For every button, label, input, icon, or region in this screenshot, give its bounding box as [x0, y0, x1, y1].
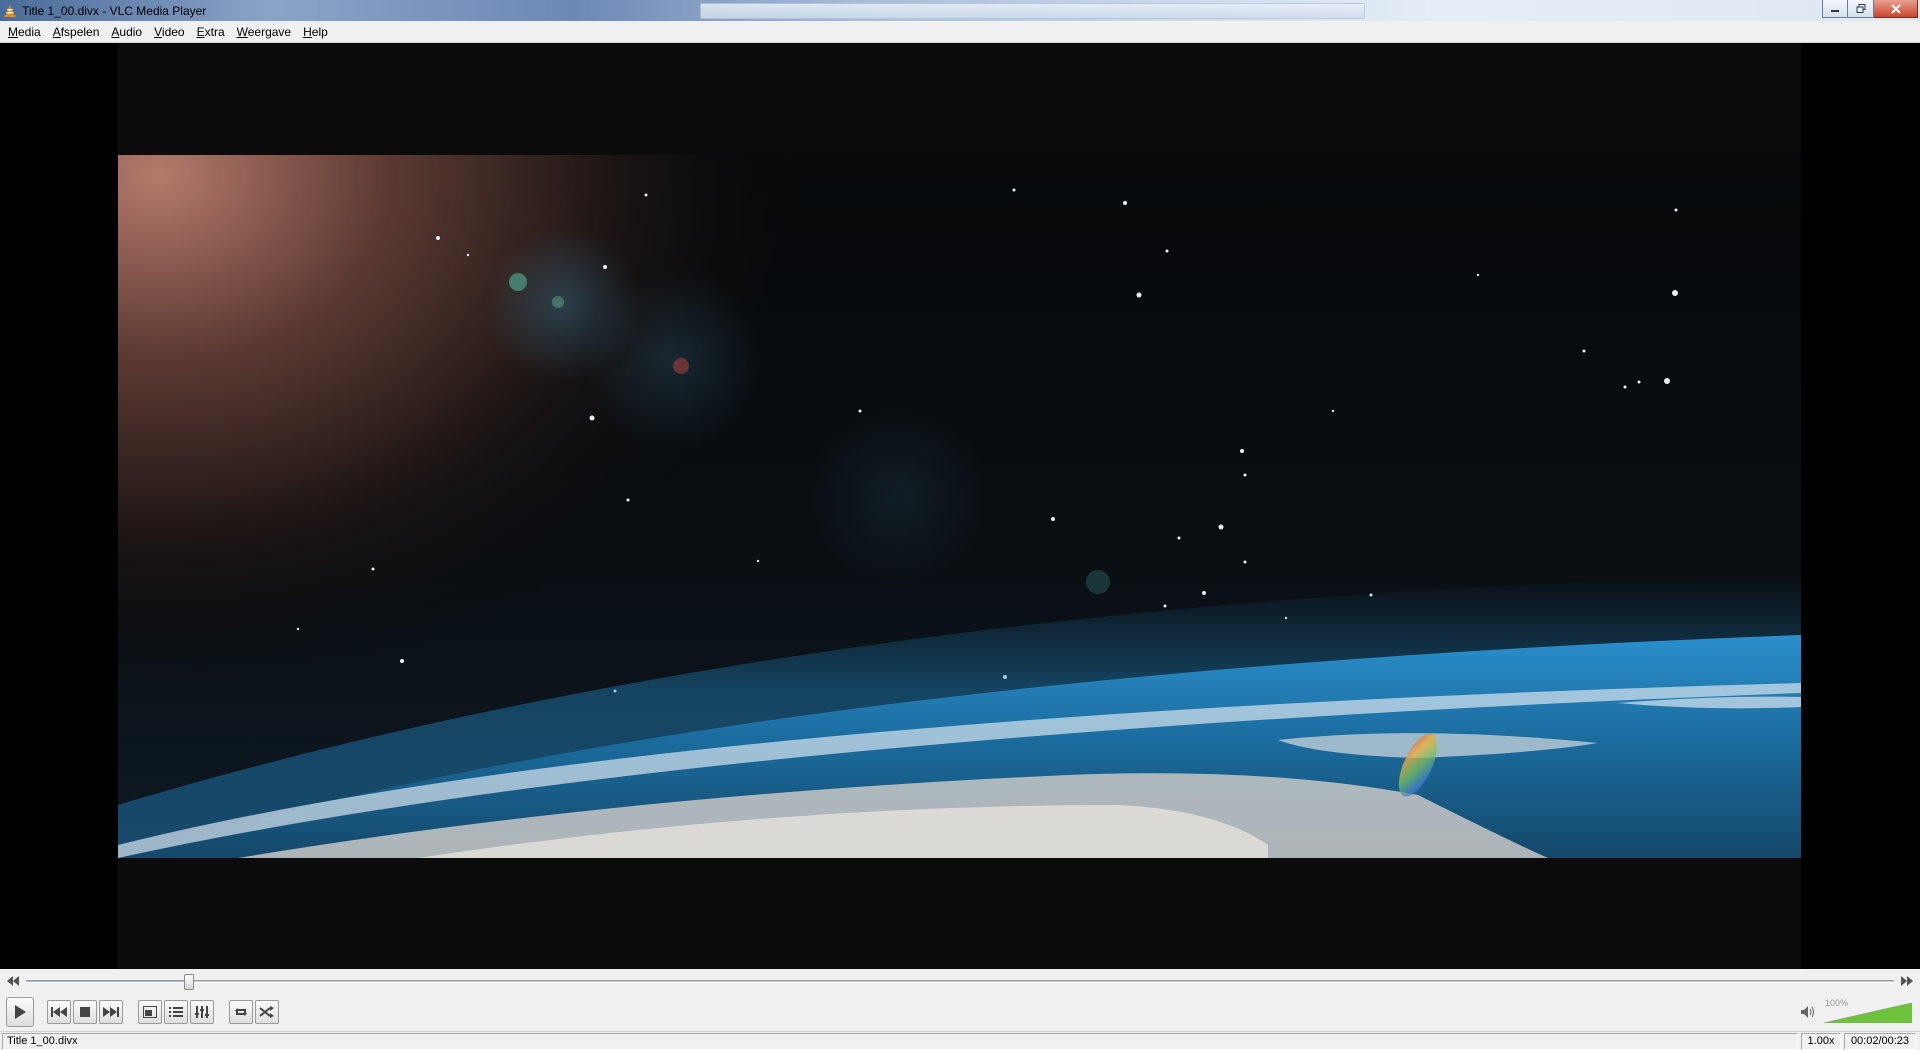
menu-help[interactable]: Help	[297, 22, 334, 42]
window-controls	[1822, 0, 1918, 18]
stop-button[interactable]	[73, 1000, 97, 1024]
next-button[interactable]	[99, 1000, 123, 1024]
fast-forward-icon	[1901, 976, 1913, 986]
earth-space-scene	[118, 155, 1801, 858]
skip-forward-icon	[103, 1007, 119, 1017]
window-title: Title 1_00.divx - VLC Media Player	[22, 3, 207, 18]
equalizer-icon	[195, 1006, 209, 1018]
status-filename: Title 1_00.divx	[2, 1033, 1798, 1050]
playback-buttons-row: 100%	[0, 997, 1920, 1027]
video-letterbox	[118, 43, 1801, 969]
minimize-button[interactable]	[1822, 0, 1848, 18]
frame-forward-button[interactable]	[1900, 975, 1914, 987]
minimize-icon	[1831, 9, 1839, 12]
fullscreen-icon	[143, 1006, 157, 1018]
play-button[interactable]	[6, 997, 34, 1027]
menu-video[interactable]: Video	[148, 22, 190, 42]
shuffle-button[interactable]	[255, 1000, 279, 1024]
speaker-icon[interactable]	[1800, 1005, 1816, 1019]
time-display[interactable]: 00:02/00:23	[1844, 1033, 1916, 1050]
video-frame-earth-from-space	[118, 155, 1801, 858]
play-icon	[15, 1005, 26, 1019]
fullscreen-button[interactable]	[138, 1000, 162, 1024]
seek-progress-fill	[26, 981, 189, 982]
playlist-icon	[169, 1007, 183, 1017]
menu-afspelen[interactable]: Afspelen	[47, 22, 106, 42]
close-button[interactable]	[1874, 0, 1918, 18]
menu-media[interactable]: Media	[2, 22, 47, 42]
maximize-button[interactable]	[1848, 0, 1874, 18]
menu-weergave[interactable]: Weergave	[231, 22, 297, 42]
rewind-icon	[7, 976, 19, 986]
volume-slider[interactable]	[1824, 1003, 1912, 1023]
volume-control[interactable]: 100%	[1800, 998, 1914, 1025]
repeat-icon	[235, 1008, 247, 1016]
video-output[interactable]	[0, 43, 1920, 969]
playback-speed[interactable]: 1.00x	[1801, 1033, 1841, 1050]
controls-panel: 100% Title 1_00.divx 1.00x 00:02/00:23	[0, 969, 1920, 1050]
loop-button[interactable]	[229, 1000, 253, 1024]
stop-icon	[80, 1007, 90, 1017]
skip-back-icon	[51, 1007, 67, 1017]
vlc-cone-icon	[4, 4, 16, 17]
frame-back-button[interactable]	[6, 975, 20, 987]
menu-extra[interactable]: Extra	[191, 22, 231, 42]
menu-bar: Media Afspelen Audio Video Extra Weergav…	[0, 21, 1920, 43]
title-bar-glass	[700, 3, 1365, 19]
menu-audio[interactable]: Audio	[105, 22, 148, 42]
seek-handle[interactable]	[183, 974, 194, 990]
extended-settings-button[interactable]	[190, 1000, 214, 1024]
shuffle-icon	[259, 1006, 274, 1018]
restore-icon	[1856, 4, 1865, 13]
close-icon	[1890, 3, 1901, 14]
title-bar[interactable]: Title 1_00.divx - VLC Media Player	[0, 0, 1920, 21]
status-bar: Title 1_00.divx 1.00x 00:02/00:23	[0, 1031, 1920, 1050]
seek-slider[interactable]	[26, 980, 1894, 983]
playlist-button[interactable]	[164, 1000, 188, 1024]
previous-button[interactable]	[47, 1000, 71, 1024]
seek-bar-row	[0, 971, 1920, 991]
